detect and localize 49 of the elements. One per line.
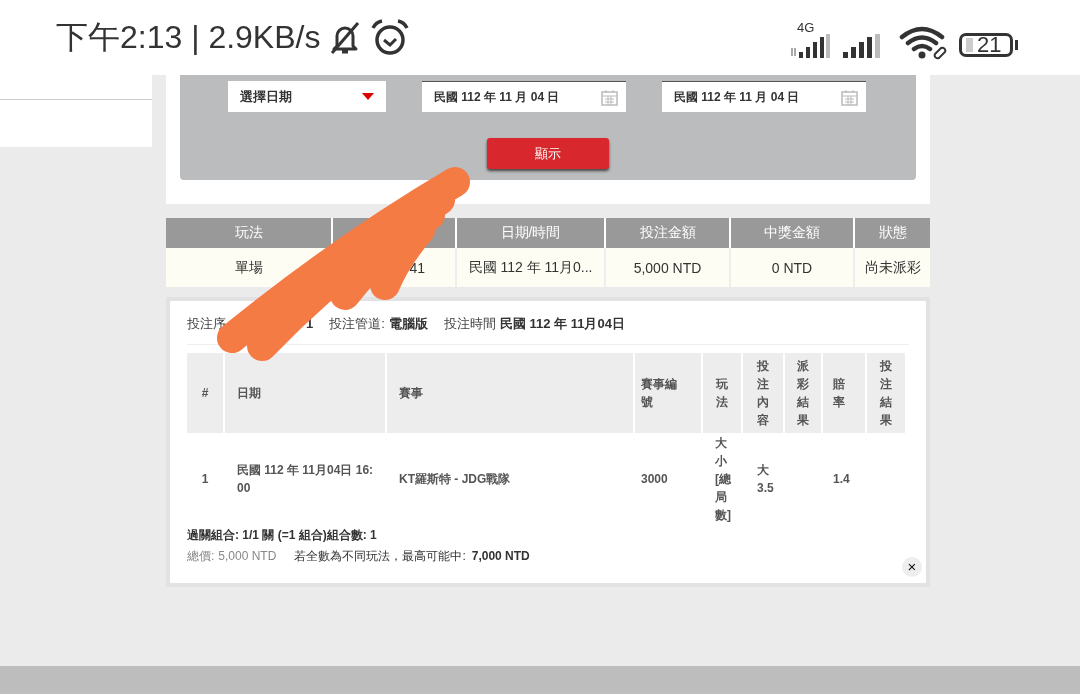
column-header: 玩法	[166, 218, 332, 248]
column-header: 賠率	[823, 353, 865, 433]
signal-icon	[791, 34, 831, 60]
caret-icon	[362, 93, 374, 100]
table-cell-text: 民國 112 年 11月04日 16:00	[236, 462, 375, 497]
calendar-icon	[601, 88, 618, 106]
table-cell-text: 大 3.5	[756, 462, 775, 497]
date-field[interactable]: 民國 112 年 11 月 04 日	[662, 81, 866, 112]
table-cell: 尚未派彩	[854, 248, 930, 287]
column-header: 投注結果	[867, 353, 905, 433]
status-clock: 下午2:13 | 2.9KB/s	[56, 17, 321, 57]
show-button[interactable]: 顯示	[487, 138, 609, 169]
column-header: 投注內容	[743, 353, 783, 433]
table-cell-text: 大小[總局數]	[714, 435, 732, 524]
total-value: 5,000 NTD	[218, 549, 277, 563]
battery-indicator: 21	[959, 33, 1013, 57]
table-cell: 民國 112 年 11月0...	[456, 248, 605, 287]
info-label: 投注序	[187, 315, 226, 333]
info-label: 投注時間	[443, 315, 496, 333]
table-cell-text: 3000	[640, 471, 669, 488]
wifi-icon	[899, 26, 949, 60]
table-cell: 5,000 NTD	[605, 248, 730, 287]
column-header: 中獎金額	[730, 218, 854, 248]
total-label: 總價:	[187, 548, 215, 565]
max-win-label: 若全數為不同玩法，最高可能中:	[294, 548, 466, 565]
calendar-icon	[841, 88, 858, 106]
column-header: 狀態	[854, 218, 930, 248]
combo-summary: 過關組合: 1/1 關 (=1 組合)組合數: 1	[187, 527, 378, 544]
info-value: 電腦版	[388, 315, 428, 333]
table-cell: 0 NTD	[730, 248, 854, 287]
column-header: 玩法	[703, 353, 741, 433]
table-cell-text: KT羅斯特 - JDG戰隊	[398, 471, 512, 488]
column-header: 日期/時間	[456, 218, 605, 248]
table-cell-text: 1.4	[832, 471, 851, 488]
column-header: 日期	[225, 353, 385, 433]
column-header: 派彩結果	[785, 353, 821, 433]
table-cell-text: 1	[200, 471, 210, 488]
info-label: 投注管道:	[329, 315, 385, 333]
network-type-label: 4G	[797, 21, 815, 34]
column-header: 賽事編號	[635, 353, 701, 433]
column-header: 賽事	[387, 353, 633, 433]
close-button[interactable]: ×	[902, 557, 922, 577]
info-value: 民國 112 年 11月04日	[499, 315, 625, 333]
column-header: 投注金額	[605, 218, 730, 248]
column-header: #	[187, 353, 223, 433]
max-win-value: 7,000 NTD	[471, 549, 530, 563]
date-dropdown[interactable]: 選擇日期	[228, 81, 386, 112]
alarm-clock-icon	[370, 18, 411, 57]
date-field[interactable]: 民國 112 年 11 月 04 日	[422, 81, 626, 112]
